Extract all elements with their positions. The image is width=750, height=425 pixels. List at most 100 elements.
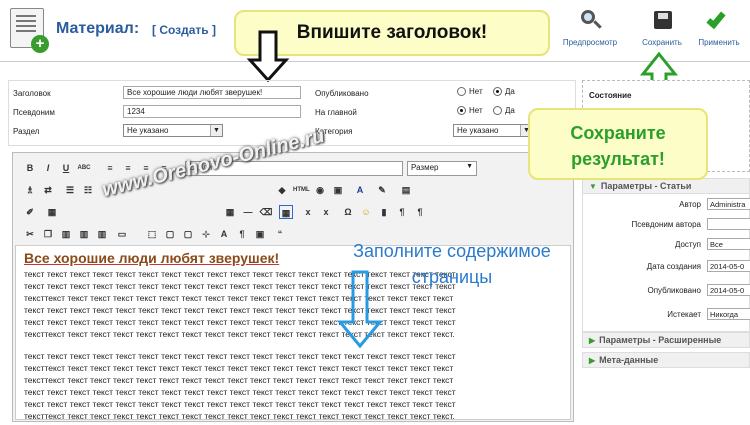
strikethrough-icon[interactable]: ABC	[77, 161, 91, 175]
cut-icon[interactable]: ✂	[23, 227, 37, 241]
content-line: тексттекст текст текст текст текст текст…	[24, 375, 454, 385]
eraser-icon[interactable]: ⌫	[259, 205, 273, 219]
block-icon[interactable]: ⬚	[145, 227, 159, 241]
frontpage-radio-no[interactable]: Нет	[457, 106, 483, 116]
paste-text-icon[interactable]: ▥	[77, 227, 91, 241]
section-select[interactable]: Не указано ▼	[123, 124, 223, 137]
preview-label: Предпросмотр	[562, 38, 618, 47]
apply-button[interactable]: Применить	[688, 8, 750, 47]
superscript-icon[interactable]: x	[319, 205, 333, 219]
toolbar-header: + Материал: [ Создать ] Впишите заголово…	[0, 0, 750, 62]
floppy-disk-icon	[649, 8, 675, 34]
bullet-list-icon[interactable]: ☰	[63, 183, 77, 197]
access-label: Доступ	[674, 240, 701, 249]
radio-checked-icon	[493, 87, 502, 97]
panel-article-params[interactable]: ▼ Параметры - Статьи	[582, 178, 750, 194]
title-arrow-icon	[246, 30, 290, 83]
smiley-icon[interactable]: ☺	[359, 205, 373, 219]
panel-advanced-params[interactable]: ▶ Параметры - Расширенные	[582, 332, 750, 348]
content-arrow-icon	[336, 270, 384, 349]
font-size-select[interactable]: Размер ▼	[407, 161, 477, 176]
edit-icon[interactable]: ✐	[23, 205, 37, 219]
yes-label: Да	[505, 106, 515, 115]
paste-icon[interactable]: ▥	[59, 227, 73, 241]
publish-up-label: Опубликовано	[647, 286, 701, 295]
html-icon[interactable]: HTML	[293, 183, 310, 197]
replace-icon[interactable]: ⇄	[41, 183, 55, 197]
bold-icon[interactable]: B	[23, 161, 37, 175]
numbered-list-icon[interactable]: ☷	[81, 183, 95, 197]
layer-icon[interactable]: ▢	[163, 227, 177, 241]
text-color-icon[interactable]: A	[353, 183, 367, 197]
panel-article-params-label: Параметры - Статьи	[600, 181, 692, 191]
table-props-icon[interactable]: ▦	[223, 205, 237, 219]
article-params-body: Автор Administra Псевдоним автора Доступ…	[582, 194, 750, 332]
blockquote-icon[interactable]: “	[273, 227, 287, 241]
published-radio-yes[interactable]: Да	[493, 87, 515, 97]
table-icon[interactable]: ▦	[45, 205, 59, 219]
copy-icon[interactable]: ❐	[41, 227, 55, 241]
underline-icon[interactable]: U	[59, 161, 73, 175]
publish-up-input[interactable]: 2014-05-0	[707, 284, 750, 296]
checkmark-icon	[706, 8, 732, 34]
radio-checked-icon	[457, 106, 466, 116]
section-value: Не указано	[127, 126, 169, 135]
highlight-icon[interactable]: ✎	[375, 183, 389, 197]
save-callout-line2: результат!	[571, 149, 665, 169]
panel-advanced-params-label: Параметры - Расширенные	[599, 335, 722, 345]
panel-meta[interactable]: ▶ Мета-данные	[582, 352, 750, 368]
select-all-icon[interactable]: ▭	[115, 227, 129, 241]
created-input[interactable]: 2014-05-0	[707, 260, 750, 272]
content-line: текст текст текст текст текст текст текс…	[24, 399, 456, 409]
hr-icon[interactable]: —	[241, 205, 255, 219]
paste-word-icon[interactable]: ▥	[95, 227, 109, 241]
font-size-value: Размер	[411, 163, 439, 172]
author-select[interactable]: Administra	[707, 198, 750, 210]
triangle-down-icon: ▼	[589, 182, 597, 191]
find-icon[interactable]: ♗	[23, 183, 37, 197]
subscript-icon[interactable]: x	[301, 205, 315, 219]
ltr-icon[interactable]: ¶	[413, 205, 427, 219]
title-input[interactable]	[123, 86, 301, 99]
save-label: Сохранить	[642, 38, 682, 47]
rtl-icon[interactable]: ¶	[395, 205, 409, 219]
editor-toolbar-row-1: B I U ABC ≡ ≡ ≡ ≡ Стили Размер ▼	[15, 159, 571, 177]
yes-label: Да	[505, 87, 515, 96]
insert-layer-icon[interactable]: ⊹	[199, 227, 213, 241]
status-label: Состояние	[589, 91, 632, 100]
preview-button[interactable]: Предпросмотр	[559, 8, 621, 47]
section-label: Раздел	[13, 127, 40, 136]
apply-label: Применить	[698, 38, 740, 47]
triangle-right-icon: ▶	[589, 336, 596, 345]
author-alias-input[interactable]	[707, 218, 750, 230]
save-button[interactable]: Сохранить	[631, 8, 693, 47]
grid-icon[interactable]: ▦	[279, 205, 293, 219]
media-icon[interactable]: ▤	[399, 183, 413, 197]
publish-down-label: Истекает	[667, 310, 701, 319]
panel-meta-label: Мета-данные	[599, 355, 659, 365]
film-icon[interactable]: ▮	[377, 205, 391, 219]
paint-icon[interactable]: ◆	[275, 183, 289, 197]
category-select[interactable]: Не указано ▼	[453, 124, 533, 137]
save-callout: Сохраните результат!	[528, 108, 708, 180]
page-subtitle: [ Создать ]	[152, 23, 217, 37]
align-left-icon[interactable]: ≡	[103, 161, 117, 175]
cite-icon[interactable]: ¶	[235, 227, 249, 241]
published-radio-no[interactable]: Нет	[457, 87, 483, 97]
image-icon[interactable]: ▣	[331, 183, 345, 197]
save-callout-line1: Сохраните	[570, 123, 666, 143]
publish-down-input[interactable]: Никогда	[707, 308, 750, 320]
frontpage-radio-yes[interactable]: Да	[493, 106, 515, 116]
access-select[interactable]: Все	[707, 238, 750, 250]
no-label: Нет	[469, 106, 483, 115]
italic-icon[interactable]: I	[41, 161, 55, 175]
omega-icon[interactable]: Ω	[341, 205, 355, 219]
published-label: Опубликовано	[315, 89, 369, 98]
abbr-icon[interactable]: ▣	[253, 227, 267, 241]
style-props-icon[interactable]: A	[217, 227, 231, 241]
cleanup-icon[interactable]: ◉	[313, 183, 327, 197]
triangle-right-icon: ▶	[589, 356, 596, 365]
alias-input[interactable]	[123, 105, 301, 118]
layer-move-icon[interactable]: ▢	[181, 227, 195, 241]
content-line: текст текст текст текст текст текст текс…	[24, 387, 456, 397]
